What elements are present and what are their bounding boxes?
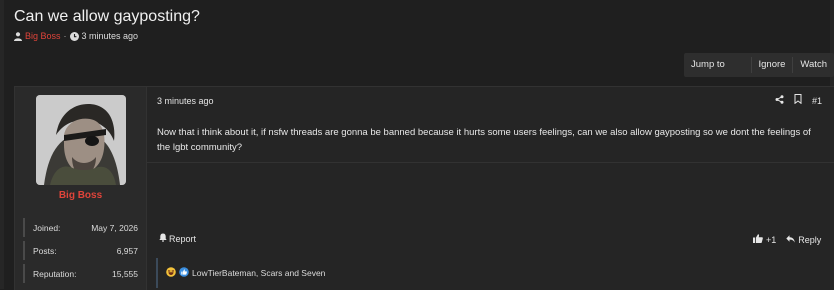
meta-separator: · <box>63 31 67 41</box>
stat-value: May 7, 2026 <box>91 222 138 233</box>
reactions-bar[interactable]: LowTierBateman, Scars and Seven <box>156 258 816 288</box>
reactions-users[interactable]: LowTierBateman, Scars and Seven <box>192 268 325 278</box>
post-body: Now that i think about it, if nsfw threa… <box>157 127 811 153</box>
stat-joined: Joined: May 7, 2026 <box>23 218 138 237</box>
ignore-button[interactable]: Ignore <box>752 53 793 77</box>
stat-reputation: Reputation: 15,555 <box>23 264 138 283</box>
reply-label: Reply <box>798 234 822 245</box>
user-icon <box>14 31 22 41</box>
report-label: Report <box>169 233 197 244</box>
thread-author-link[interactable]: Big Boss <box>25 31 61 41</box>
thumbs-up-icon <box>753 234 763 245</box>
thread-time[interactable]: 3 minutes ago <box>82 31 139 41</box>
post-date[interactable]: 3 minutes ago <box>157 96 214 106</box>
bookmark-icon[interactable] <box>794 94 802 107</box>
post-actions: #1 <box>775 94 822 107</box>
stat-label: Posts: <box>33 245 57 256</box>
clock-icon <box>69 31 79 41</box>
plus-one-label: +1 <box>766 234 777 245</box>
post-divider <box>147 162 834 163</box>
report-button[interactable]: Report <box>159 233 196 244</box>
jump-to-new-button[interactable]: Jump to new <box>684 53 751 94</box>
thread-toolbar: Jump to new Ignore Watch <box>684 53 834 94</box>
thread-title: Can we allow gayposting? <box>14 8 200 25</box>
post-user-sidebar: Big Boss Joined: May 7, 2026 Posts: 6,95… <box>15 87 147 290</box>
avatar[interactable] <box>36 95 126 185</box>
laugh-emoji-icon <box>166 267 176 279</box>
thread-meta: Big Boss · 3 minutes ago <box>14 31 138 41</box>
post-number-link[interactable]: #1 <box>812 96 822 106</box>
reply-button[interactable]: Reply <box>786 235 821 245</box>
stat-label: Joined: <box>33 222 61 233</box>
plus-one-button[interactable]: +1 <box>753 234 776 245</box>
left-edge <box>0 0 4 289</box>
bell-icon <box>159 233 167 244</box>
stat-value: 6,957 <box>116 245 138 256</box>
stat-label: Reputation: <box>33 268 77 279</box>
share-icon[interactable] <box>775 94 784 107</box>
like-reaction-icon <box>179 267 189 279</box>
post: Big Boss Joined: May 7, 2026 Posts: 6,95… <box>14 86 834 290</box>
post-footer-actions: +1 Reply <box>753 234 821 245</box>
reply-icon <box>786 234 795 245</box>
post-username[interactable]: Big Boss <box>15 190 146 201</box>
watch-button[interactable]: Watch <box>793 53 834 77</box>
post-main: 3 minutes ago #1 Now that i think about … <box>147 87 834 290</box>
stat-value: 15,555 <box>112 268 138 279</box>
stat-posts: Posts: 6,957 <box>23 241 138 260</box>
